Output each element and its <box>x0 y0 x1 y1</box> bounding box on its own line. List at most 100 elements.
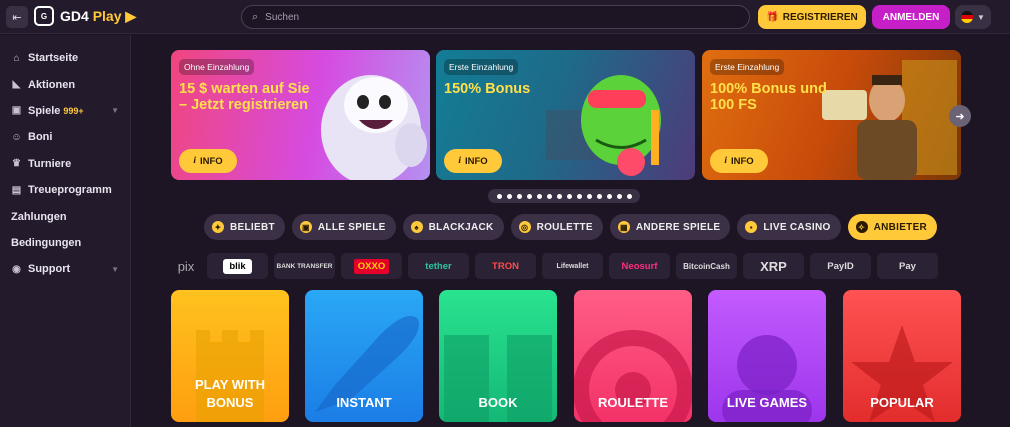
carousel-dot[interactable] <box>616 193 622 199</box>
carousel-dot[interactable] <box>626 193 632 199</box>
category-tabs: ✦ BELIEBT ▣ ALLE SPIELE ♠ BLACKJACK ◎ ROULET… <box>204 214 938 240</box>
game-tile-instant[interactable]: INSTANT <box>305 290 423 422</box>
trophy-icon: ♛ <box>12 158 21 170</box>
main-content: Ohne Einzahlung 15 $ warten auf Sie – Je… <box>131 35 1010 427</box>
tab-roulette[interactable]: ◎ ROULETTE <box>510 214 603 240</box>
megaphone-icon: ◣ <box>12 79 21 91</box>
banner-tag: Erste Einzahlung <box>444 59 519 75</box>
search-bar[interactable]: ⌕ <box>241 5 750 29</box>
carousel-next-icon[interactable]: ➜ <box>949 105 971 127</box>
info-button[interactable]: i INFO <box>710 149 768 173</box>
carousel-dot[interactable] <box>496 193 502 199</box>
live-icon: ▪ <box>745 221 758 233</box>
sidebar-item-treueprogramm[interactable]: ▤ Treueprogramm <box>0 177 130 203</box>
info-button[interactable]: i INFO <box>444 149 502 173</box>
tab-alle-spiele[interactable]: ▣ ALLE SPIELE <box>291 214 396 240</box>
top-bar: ⇤ G GD4 Play ▶ ⌕ 🎁REGISTRIEREN ANMELDEN … <box>0 0 1010 34</box>
loyalty-icon: ▤ <box>11 184 22 196</box>
carousel-dot[interactable] <box>546 193 552 199</box>
carousel-dot[interactable] <box>556 193 562 199</box>
gamepad-icon: ▣ <box>299 221 312 233</box>
payment-methods: pix blik BANK TRANSFER OXXO tether TRON … <box>171 253 1010 279</box>
chevron-down-icon: ▼ <box>977 12 985 22</box>
game-tile-play-with-bonus[interactable]: PLAY WITH BONUS <box>171 290 289 422</box>
logo[interactable]: G GD4 Play ▶ <box>34 6 136 26</box>
logo-text: GD4 Play ▶ <box>60 7 137 24</box>
payment-logo-bitcoincash: BitcoinCash <box>676 253 737 279</box>
games-count-badge: 999+ <box>63 105 84 116</box>
search-icon: ⌕ <box>252 10 259 23</box>
payment-logo-tron: TRON <box>475 253 536 279</box>
payment-logo-oxxo: OXXO <box>341 253 402 279</box>
info-icon: i <box>193 156 196 166</box>
tab-anbieter[interactable]: ✧ ANBIETER <box>847 214 938 240</box>
game-tile-popular[interactable]: POPULAR <box>843 290 961 422</box>
login-button[interactable]: ANMELDEN <box>872 5 950 29</box>
gift-icon: 🎁 <box>766 11 779 23</box>
sidebar-item-spiele[interactable]: ▣ Spiele 999+ ▼ <box>0 98 130 124</box>
payment-logo-pix: pix <box>177 258 195 274</box>
banner-title: 15 $ warten auf Sie – Jetzt registrieren <box>179 81 310 113</box>
sidebar-item-support[interactable]: ◉ Support ▼ <box>0 256 130 282</box>
sidebar-item-turniere[interactable]: ♛ Turniere <box>0 151 130 177</box>
support-icon: ◉ <box>12 263 21 275</box>
spade-icon: ♠ <box>410 221 423 233</box>
game-tile-live-games[interactable]: LIVE GAMES <box>708 290 826 422</box>
carousel-dot[interactable] <box>516 193 522 199</box>
search-input[interactable] <box>265 11 726 23</box>
game-tile-book[interactable]: BOOK <box>439 290 557 422</box>
smile-icon: ☺ <box>11 131 22 143</box>
register-button[interactable]: 🎁 REGISTRIEREN <box>758 5 866 29</box>
grid-icon: ▦ <box>617 221 630 233</box>
sidebar: ⌂ Startseite ◣ Aktionen ▣ Spiele 999+ ▼ ☺ Boni… <box>0 35 131 427</box>
banner-tag: Erste Einzahlung <box>710 59 785 75</box>
sidebar-item-aktionen[interactable]: ◣ Aktionen <box>0 71 130 97</box>
carousel-dot[interactable] <box>596 193 602 199</box>
collapse-sidebar-icon[interactable]: ⇤ <box>6 6 28 28</box>
tab-live-casino[interactable]: ▪ LIVE CASINO <box>737 214 841 240</box>
info-button[interactable]: i INFO <box>179 149 237 173</box>
sidebar-item-bedingungen[interactable]: Bedingungen <box>0 230 130 256</box>
roulette-icon: ◎ <box>518 221 531 233</box>
gamepad-icon: ▣ <box>11 105 22 117</box>
promo-banner[interactable]: Ohne Einzahlung 15 $ warten auf Sie – Je… <box>171 50 430 180</box>
payment-logo-pay: Pay <box>877 253 938 279</box>
payment-logo-blik: blik <box>207 253 268 279</box>
chevron-down-icon: ▼ <box>111 264 119 274</box>
carousel-dot[interactable] <box>606 193 612 199</box>
compass-icon: ✧ <box>855 221 868 233</box>
carousel-pagination[interactable] <box>488 189 640 203</box>
flame-icon: ✦ <box>212 221 224 233</box>
promo-banner[interactable]: Erste Einzahlung 150% Bonus i INFO <box>436 50 695 180</box>
sidebar-item-boni[interactable]: ☺ Boni <box>0 124 130 150</box>
carousel-dot[interactable] <box>576 193 582 199</box>
home-icon: ⌂ <box>13 52 20 64</box>
chevron-down-icon: ▼ <box>111 106 119 116</box>
tab-blackjack[interactable]: ♠ BLACKJACK <box>402 214 504 240</box>
payment-logo-xrp: XRP <box>743 253 804 279</box>
banner-title: 100% Bonus und 100 FS <box>710 81 827 113</box>
banner-title: 150% Bonus <box>444 81 531 97</box>
carousel-dot[interactable] <box>586 193 592 199</box>
info-icon: i <box>458 156 461 166</box>
carousel-dot[interactable] <box>536 193 542 199</box>
tab-andere-spiele[interactable]: ▦ ANDERE SPIELE <box>609 214 731 240</box>
tab-beliebt[interactable]: ✦ BELIEBT <box>204 214 285 240</box>
payment-logo-lifewallet: Lifewallet <box>542 253 603 279</box>
promo-banner[interactable]: Erste Einzahlung 100% Bonus und 100 FS i… <box>702 50 961 180</box>
carousel-dot[interactable] <box>566 193 572 199</box>
carousel-dot[interactable] <box>526 193 532 199</box>
sidebar-item-startseite[interactable]: ⌂ Startseite <box>0 45 130 71</box>
payment-logo-tether: tether <box>408 253 469 279</box>
banner-tag: Ohne Einzahlung <box>179 59 255 75</box>
game-tile-roulette[interactable]: ROULETTE <box>574 290 692 422</box>
german-flag-icon <box>961 11 974 23</box>
payment-logo-neosurf: Neosurf <box>609 253 670 279</box>
logo-mark-icon: G <box>34 6 54 26</box>
sidebar-item-zahlungen[interactable]: Zahlungen <box>0 203 130 229</box>
language-selector[interactable]: ▼ <box>955 5 991 29</box>
carousel-dot[interactable] <box>506 193 512 199</box>
payment-logo-bank-transfer: BANK TRANSFER <box>274 253 335 279</box>
payment-logo-payid: PayID <box>810 253 871 279</box>
info-icon: i <box>724 156 727 166</box>
